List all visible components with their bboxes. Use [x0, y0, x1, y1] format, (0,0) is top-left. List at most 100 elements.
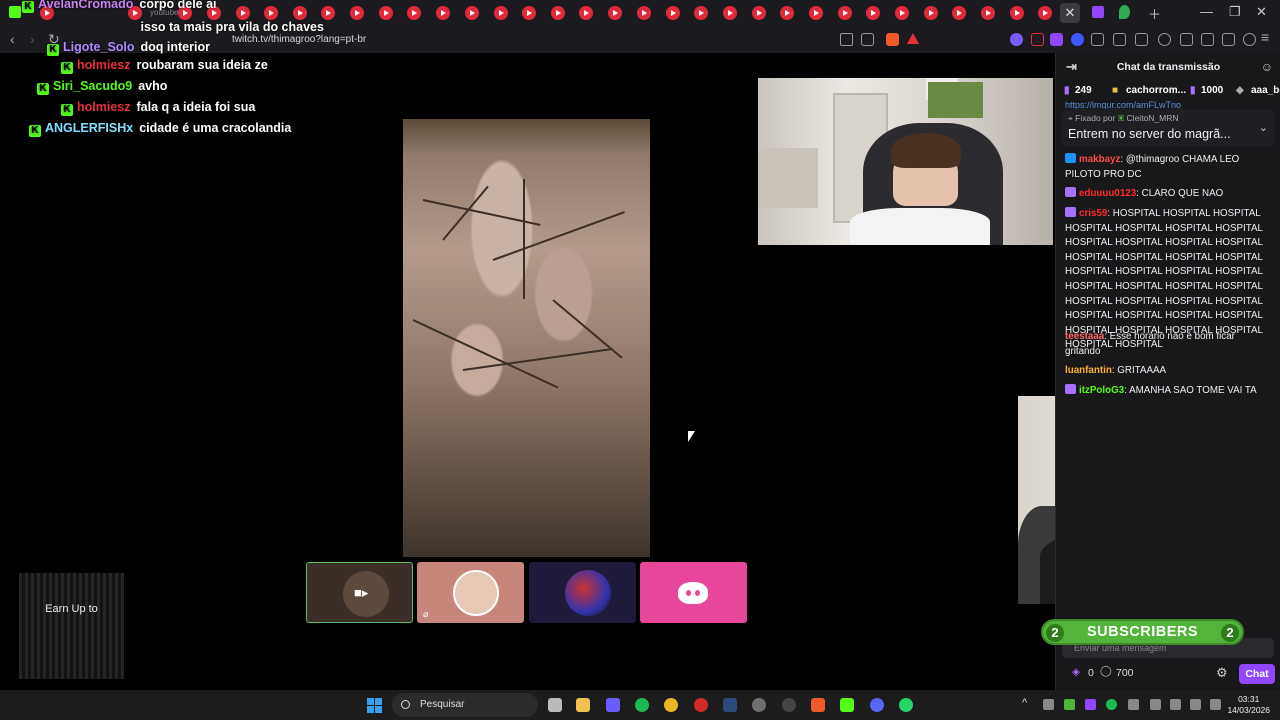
translate-icon[interactable] [840, 33, 853, 46]
chrome-icon[interactable] [664, 698, 678, 712]
youtube-tab-icon[interactable] [436, 6, 450, 20]
wifi-icon[interactable] [1170, 699, 1181, 710]
youtube-tab-icon[interactable] [407, 6, 421, 20]
overlay-chat-text: corpo dele ai [139, 0, 217, 11]
call-participant-tile[interactable]: ■▸ [306, 562, 413, 623]
youtube-tab-icon[interactable] [666, 6, 680, 20]
taskbar-search[interactable]: Pesquisar [392, 693, 538, 717]
tray-icon[interactable] [1085, 699, 1096, 710]
gear-icon[interactable]: ⚙ [1216, 665, 1228, 681]
extension-icon[interactable] [1135, 33, 1148, 46]
forward-button[interactable]: › [30, 31, 35, 47]
app-icon[interactable] [782, 698, 796, 712]
tray-icon[interactable] [1064, 699, 1075, 710]
tray-icon[interactable] [1043, 699, 1054, 710]
kick-icon[interactable] [840, 698, 854, 712]
share-icon[interactable] [861, 33, 874, 46]
extension-icon[interactable] [1031, 33, 1044, 46]
file-explorer-icon[interactable] [576, 698, 590, 712]
spotify-icon[interactable] [635, 698, 649, 712]
minimize-button[interactable]: — [1200, 4, 1213, 19]
chat-username[interactable]: makbayz [1079, 154, 1120, 165]
extension-icon[interactable] [1010, 33, 1023, 46]
youtube-tab-icon[interactable] [838, 6, 852, 20]
pinned-user: CleitoN_MRN [1126, 113, 1179, 123]
extension-icon[interactable] [1091, 33, 1104, 46]
maps-tab-icon[interactable] [1119, 5, 1130, 19]
extension-icon[interactable] [1113, 33, 1126, 46]
kick-tab-icon[interactable] [9, 6, 21, 18]
twitch-tab-icon[interactable] [1092, 6, 1104, 18]
steam-icon[interactable] [723, 698, 737, 712]
chat-username[interactable]: eduuuu0123 [1079, 188, 1136, 199]
bits-icon[interactable]: ◯ [1100, 665, 1112, 677]
youtube-tab-icon[interactable] [952, 6, 966, 20]
chat-username[interactable]: itzPoloG3 [1079, 385, 1124, 396]
extension-icon[interactable] [1071, 33, 1084, 46]
youtube-tab-icon[interactable] [551, 6, 565, 20]
battery-icon[interactable] [1210, 699, 1221, 710]
youtube-tab-icon[interactable] [1038, 6, 1052, 20]
close-window-button[interactable]: ✕ [1256, 4, 1267, 20]
app-icon[interactable] [752, 698, 766, 712]
maximize-button[interactable]: ❐ [1229, 4, 1241, 20]
youtube-tab-icon[interactable] [895, 6, 909, 20]
music-icon[interactable] [1158, 33, 1171, 46]
youtube-tab-icon[interactable] [924, 6, 938, 20]
opera-icon[interactable] [694, 698, 708, 712]
users-icon[interactable]: ☺ [1261, 53, 1273, 81]
brave-shield-icon[interactable] [886, 33, 899, 46]
chevron-down-icon[interactable]: ⌄ [1259, 121, 1268, 134]
tray-icon[interactable] [1106, 699, 1117, 710]
close-tab-button[interactable]: ✕ [1060, 3, 1080, 23]
apps-icon[interactable] [606, 698, 620, 712]
youtube-tab-icon[interactable] [866, 6, 880, 20]
discord-tile[interactable] [640, 562, 747, 623]
overlay-chat-user: AvelanCromado [38, 0, 134, 11]
chat-username[interactable]: cris59 [1079, 208, 1107, 219]
chat-send-button[interactable]: Chat [1239, 664, 1275, 684]
youtube-tab-icon[interactable] [350, 6, 364, 20]
youtube-tab-icon[interactable] [579, 6, 593, 20]
whatsapp-icon[interactable] [899, 698, 913, 712]
youtube-tab-icon[interactable] [694, 6, 708, 20]
tray-chevron-icon[interactable]: ^ [1022, 697, 1027, 709]
call-participant-tile[interactable]: ⌀ [417, 562, 524, 623]
menu-icon[interactable]: ≡ [1261, 29, 1269, 45]
back-button[interactable]: ‹ [10, 31, 15, 47]
windows-start-icon[interactable] [367, 698, 382, 713]
volume-icon[interactable] [1190, 699, 1201, 710]
youtube-tab-icon[interactable] [809, 6, 823, 20]
channel-points-icon[interactable]: ◈ [1072, 666, 1080, 678]
youtube-tab-icon[interactable] [608, 6, 622, 20]
brave-icon[interactable] [811, 698, 825, 712]
collapse-chat-icon[interactable]: ⇥ [1066, 53, 1077, 81]
chat-username[interactable]: luanfantin [1065, 365, 1112, 376]
youtube-tab-icon[interactable] [494, 6, 508, 20]
overlay-chat-message: K ANGLERFISHx cidade é uma cracolandia [29, 121, 291, 141]
youtube-tab-icon[interactable] [379, 6, 393, 20]
call-participant-tile[interactable] [529, 562, 636, 623]
discord-icon[interactable] [870, 698, 884, 712]
brave-rewards-icon[interactable] [907, 33, 919, 44]
youtube-tab-icon[interactable] [723, 6, 737, 20]
pinned-message[interactable]: ⌖ Fixado por ▣ CleitoN_MRN Entrem no ser… [1062, 109, 1274, 147]
task-view-icon[interactable] [548, 698, 562, 712]
twitch-extension-icon[interactable] [1050, 33, 1063, 46]
new-tab-button[interactable]: ＋ [1148, 4, 1161, 23]
vpn-icon[interactable] [1243, 33, 1256, 46]
youtube-tab-icon[interactable] [752, 6, 766, 20]
wallet-icon[interactable] [1201, 33, 1214, 46]
bluetooth-icon[interactable] [1128, 699, 1139, 710]
chat-username[interactable]: teestaaa [1065, 331, 1104, 342]
youtube-tab-icon[interactable] [637, 6, 651, 20]
youtube-tab-icon[interactable] [465, 6, 479, 20]
youtube-tab-icon[interactable] [1010, 6, 1024, 20]
leo-icon[interactable] [1222, 33, 1235, 46]
youtube-tab-icon[interactable] [780, 6, 794, 20]
taskbar-clock[interactable]: 03:31 14/03/2026 [1227, 694, 1270, 716]
youtube-tab-icon[interactable] [522, 6, 536, 20]
youtube-tab-icon[interactable] [981, 6, 995, 20]
sidebar-icon[interactable] [1180, 33, 1193, 46]
mic-icon[interactable] [1150, 699, 1161, 710]
